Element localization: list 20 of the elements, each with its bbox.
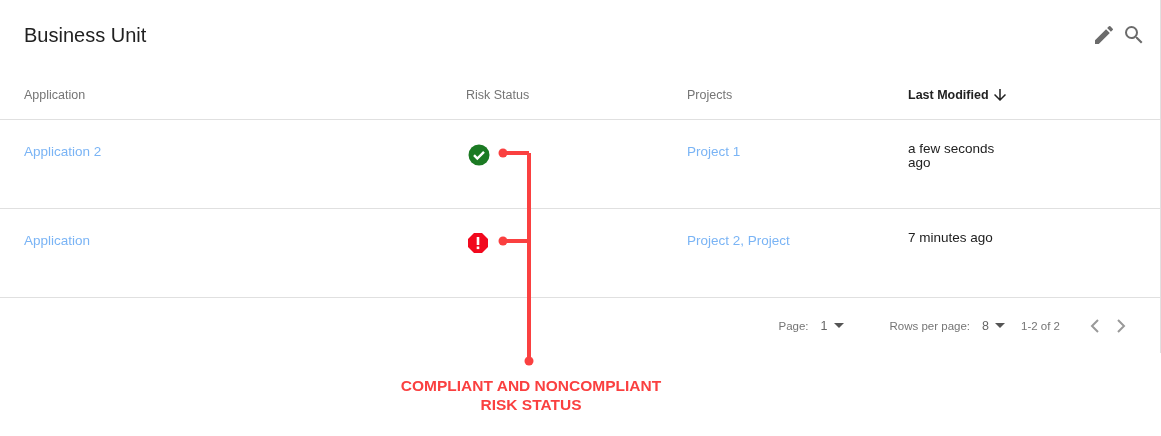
page-label: Page: [778,319,809,332]
modified-time: a few seconds ago [908,142,996,170]
chevron-left-icon [1090,318,1100,333]
caret-icon [995,323,1005,328]
column-header[interactable]: Projects [687,87,733,102]
card-title: Business Unit [24,23,147,47]
page-dropdown[interactable]: 1 [820,318,844,333]
modified-time: 7 minutes ago [908,231,994,245]
rows-per-page-label: Rows per page: [889,319,971,332]
caret-icon [833,323,844,328]
column-header[interactable]: Last Modified [908,87,989,102]
column-header[interactable]: Risk Status [466,87,530,102]
edit-button[interactable] [1092,23,1116,47]
column-header[interactable]: Application [24,87,86,102]
rows-per-page-dropdown[interactable]: 8 [982,318,1005,333]
callout-text: RISK STATUS [479,395,583,414]
callout-text: COMPLIANT AND NONCOMPLIANT [399,376,663,395]
pencil-icon [1092,23,1116,47]
chevron-right-icon [1116,318,1126,333]
page-range: 1-2 of 2 [1021,319,1060,332]
